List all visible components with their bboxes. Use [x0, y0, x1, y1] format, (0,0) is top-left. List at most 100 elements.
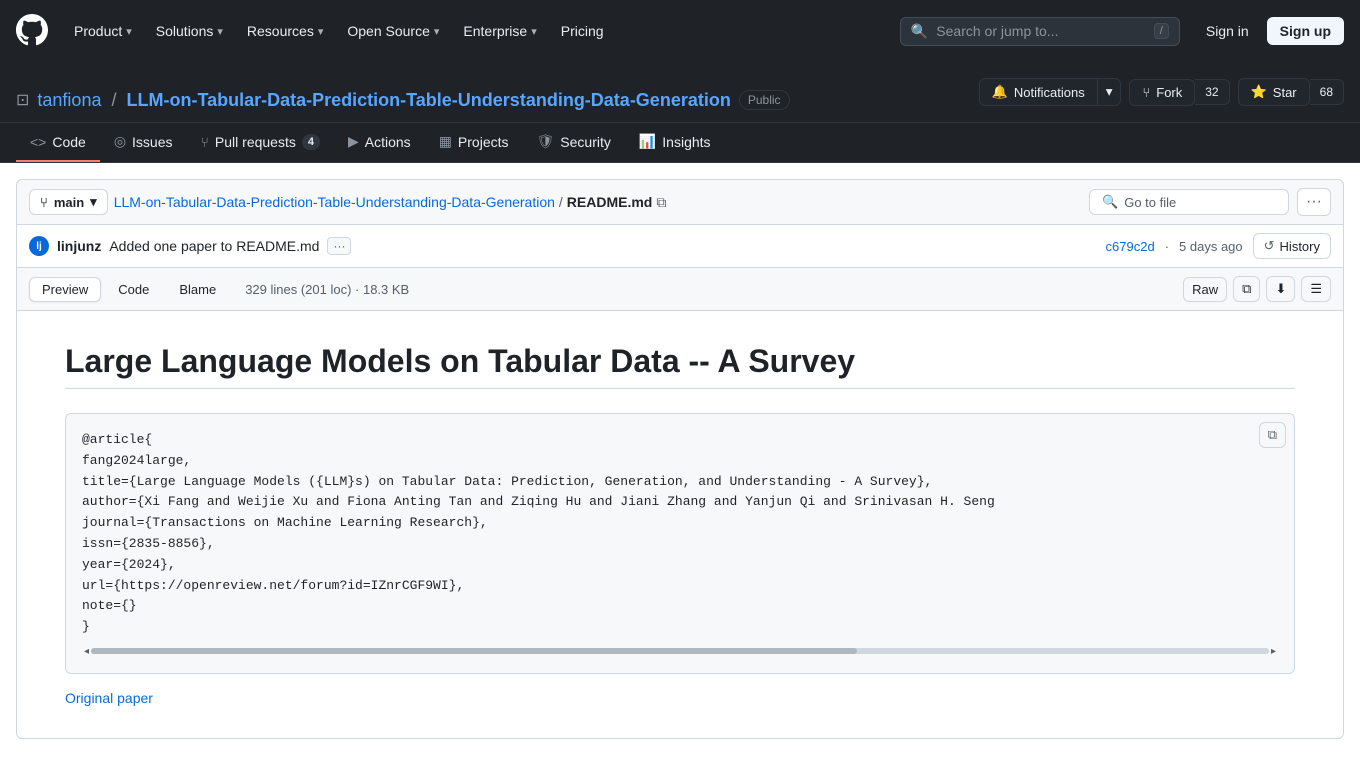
tab-insights[interactable]: 📊 Insights [625, 123, 725, 162]
commit-bar: lj linjunz Added one paper to README.md … [16, 225, 1344, 268]
content-area: ⑂ main ▾ LLM-on-Tabular-Data-Prediction-… [0, 163, 1360, 755]
notifications-group: 🔔 Notifications ▾ [979, 78, 1122, 106]
commit-message: Added one paper to README.md [109, 238, 319, 254]
bell-icon: 🔔 [992, 84, 1008, 100]
file-bar: ⑂ main ▾ LLM-on-Tabular-Data-Prediction-… [16, 179, 1344, 225]
code-block: @article{ fang2024large, title={Large La… [82, 430, 1278, 638]
search-box[interactable]: 🔍 Search or jump to... / [900, 17, 1180, 46]
fork-group: ⑂ Fork 32 [1129, 79, 1229, 106]
go-to-file-label: Go to file [1124, 195, 1176, 210]
file-path-current: README.md [567, 194, 653, 210]
nav-open-source[interactable]: Open Source ▾ [337, 17, 449, 45]
security-icon: 🛡 [537, 133, 555, 150]
pr-icon: ⑂ [201, 134, 209, 150]
tab-issues[interactable]: ◎ Issues [100, 123, 187, 162]
file-bar-left: ⑂ main ▾ LLM-on-Tabular-Data-Prediction-… [29, 189, 666, 215]
file-path-sep: / [559, 194, 563, 210]
nav-product[interactable]: Product ▾ [64, 17, 142, 45]
file-info: 329 lines (201 loc) · 18.3 KB [245, 282, 409, 297]
copy-path-icon[interactable]: ⧉ [656, 194, 666, 211]
nav-product-label: Product [74, 23, 122, 39]
signup-button[interactable]: Sign up [1267, 17, 1344, 45]
fork-icon: ⑂ [1142, 85, 1150, 100]
branch-icon: ⑂ [40, 195, 48, 210]
tab-blame[interactable]: Blame [166, 277, 229, 302]
list-icon: ☰ [1310, 281, 1322, 296]
commit-author-link[interactable]: linjunz [57, 238, 101, 254]
search-placeholder: Search or jump to... [936, 23, 1146, 39]
star-label: Star [1273, 85, 1297, 100]
auth-buttons: Sign in Sign up [1196, 17, 1344, 45]
repo-actions: 🔔 Notifications ▾ ⑂ Fork 32 ⭐ Star 68 [979, 78, 1344, 122]
fork-button[interactable]: ⑂ Fork [1129, 79, 1195, 106]
tab-actions-label: Actions [365, 134, 411, 150]
nav-open-source-label: Open Source [347, 23, 430, 39]
download-button[interactable]: ⬇ [1266, 276, 1295, 302]
raw-button[interactable]: Raw [1183, 277, 1227, 302]
actions-icon: ▶ [348, 133, 359, 150]
signin-button[interactable]: Sign in [1196, 18, 1259, 44]
code-block-wrapper: ⧉ @article{ fang2024large, title={Large … [65, 413, 1295, 674]
fork-label: Fork [1156, 85, 1182, 100]
nav-solutions-chevron: ▾ [217, 25, 223, 38]
file-view-header: Preview Code Blame 329 lines (201 loc) ·… [16, 268, 1344, 311]
github-logo[interactable] [16, 14, 48, 49]
commit-separator: · [1165, 239, 1169, 254]
scrollbar-track[interactable] [91, 648, 1269, 654]
fork-count[interactable]: 32 [1195, 79, 1229, 105]
tab-code[interactable]: Code [105, 277, 162, 302]
nav-open-source-chevron: ▾ [434, 25, 440, 38]
branch-name: main [54, 195, 84, 210]
star-count[interactable]: 68 [1310, 79, 1344, 105]
markdown-body: Large Language Models on Tabular Data --… [16, 311, 1344, 739]
go-to-file-button[interactable]: 🔍 Go to file [1089, 189, 1289, 215]
tab-insights-label: Insights [662, 134, 710, 150]
repo-header: ⊡ tanfiona / LLM-on-Tabular-Data-Predict… [0, 62, 1360, 123]
md-title: Large Language Models on Tabular Data --… [65, 343, 1295, 389]
nav-enterprise-label: Enterprise [463, 23, 527, 39]
notifications-label: Notifications [1014, 85, 1085, 100]
star-button[interactable]: ⭐ Star [1238, 78, 1310, 106]
tab-projects[interactable]: ▦ Projects [425, 123, 523, 162]
file-path-root-link[interactable]: LLM-on-Tabular-Data-Prediction-Table-Und… [114, 194, 555, 210]
nav-pricing[interactable]: Pricing [551, 17, 614, 45]
more-options-button[interactable]: ··· [1297, 188, 1331, 216]
tab-projects-label: Projects [458, 134, 509, 150]
code-icon: <> [30, 134, 46, 150]
copy-button[interactable]: ⧉ [1233, 276, 1260, 302]
code-copy-button[interactable]: ⧉ [1259, 422, 1286, 448]
avatar: lj [29, 236, 49, 256]
commit-sha-link[interactable]: c679c2d [1106, 239, 1155, 254]
file-view-actions: Raw ⧉ ⬇ ☰ [1183, 276, 1331, 302]
nav-resources[interactable]: Resources ▾ [237, 17, 333, 45]
tab-security-label: Security [560, 134, 611, 150]
issue-icon: ◎ [114, 133, 126, 150]
tab-preview[interactable]: Preview [29, 277, 101, 302]
scroll-right-arrow[interactable]: ▸ [1269, 646, 1278, 657]
notifications-button[interactable]: 🔔 Notifications [979, 78, 1098, 106]
repo-owner-link[interactable]: tanfiona [37, 90, 101, 111]
notifications-dropdown[interactable]: ▾ [1098, 78, 1122, 106]
search-icon: 🔍 [911, 23, 928, 40]
nav-solutions[interactable]: Solutions ▾ [146, 17, 233, 45]
repo-header-left: ⊡ tanfiona / LLM-on-Tabular-Data-Predict… [16, 90, 790, 111]
file-view-tabs: Preview Code Blame [29, 277, 229, 302]
tab-actions[interactable]: ▶ Actions [334, 123, 425, 162]
nav-resources-label: Resources [247, 23, 314, 39]
tab-pr-badge: 4 [302, 134, 320, 150]
scroll-left-arrow[interactable]: ◂ [82, 646, 91, 657]
history-button[interactable]: ↺ History [1253, 233, 1331, 259]
tab-pull-requests[interactable]: ⑂ Pull requests 4 [187, 123, 334, 162]
search-shortcut: / [1154, 23, 1169, 39]
nav-enterprise[interactable]: Enterprise ▾ [453, 17, 546, 45]
search-small-icon: 🔍 [1102, 194, 1118, 210]
commit-ellipsis[interactable]: ··· [327, 237, 351, 255]
header: Product ▾ Solutions ▾ Resources ▾ Open S… [0, 0, 1360, 62]
repo-name-link[interactable]: LLM-on-Tabular-Data-Prediction-Table-Und… [126, 90, 730, 111]
tab-security[interactable]: 🛡 Security [523, 123, 625, 162]
original-paper-link[interactable]: Original paper [65, 690, 153, 706]
branch-selector[interactable]: ⑂ main ▾ [29, 189, 108, 215]
commit-time: 5 days ago [1179, 239, 1243, 254]
list-button[interactable]: ☰ [1301, 276, 1331, 302]
tab-code[interactable]: <> Code [16, 123, 100, 162]
